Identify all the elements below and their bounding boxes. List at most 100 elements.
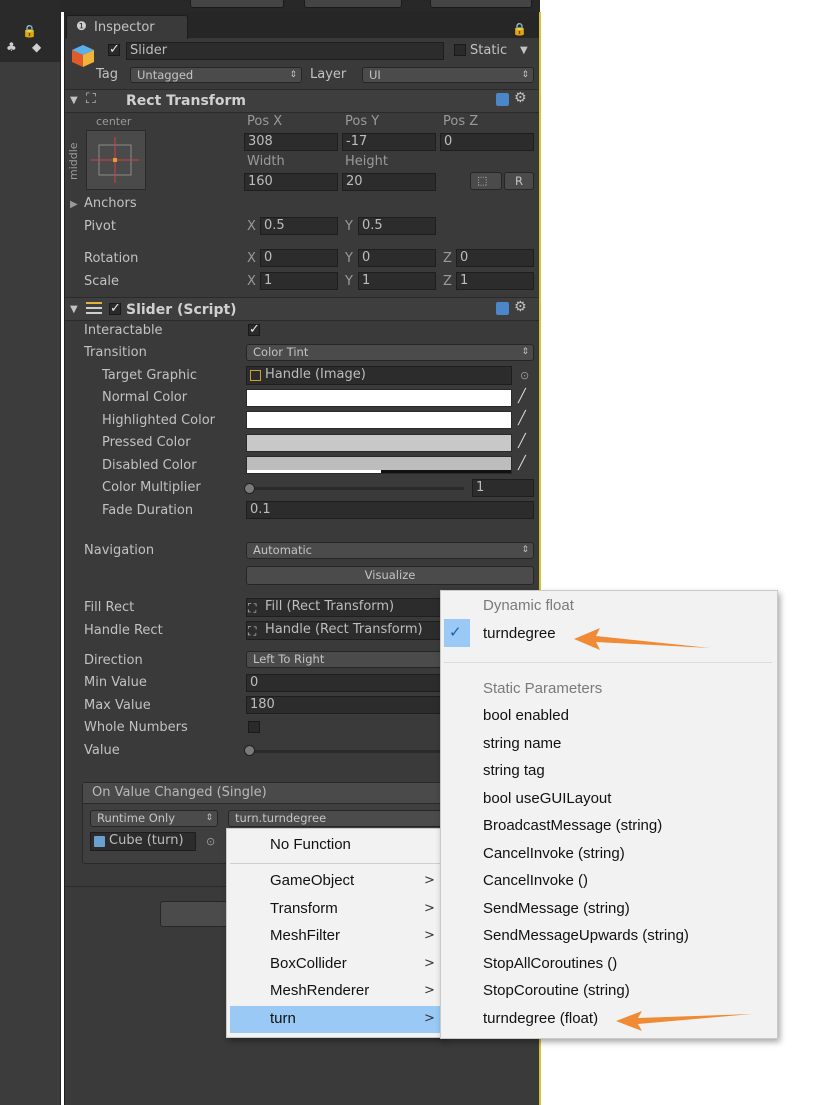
color-multiplier-field[interactable]: 1 [472, 479, 534, 497]
runtime-dropdown[interactable]: Runtime Only ⇕ [90, 810, 218, 827]
menu-item-string-tag[interactable]: string tag [483, 762, 545, 780]
max-value-field[interactable]: 180 [246, 696, 446, 714]
highlighted-color-label: Highlighted Color [102, 413, 216, 428]
eyedropper-icon[interactable]: ╱ [518, 411, 526, 427]
chevron-right-icon: > [424, 928, 435, 943]
function-dropdown[interactable]: turn.turndegree [228, 810, 448, 827]
menu-item-cancelinvoke[interactable]: CancelInvoke () [483, 872, 588, 890]
tag-icon[interactable]: ◆ [32, 40, 41, 54]
handle-rect-field[interactable]: Handle (Rect Transform) [246, 621, 446, 640]
eyedropper-icon[interactable]: ╱ [518, 456, 526, 472]
navigation-dropdown[interactable]: Automatic ⇕ [246, 542, 534, 559]
menu-item-turn-highlight[interactable] [230, 1006, 440, 1033]
object-picker-icon[interactable]: ⊙ [206, 834, 215, 850]
foldout-arrow-icon[interactable]: ▼ [70, 93, 78, 109]
whole-numbers-label: Whole Numbers [84, 720, 188, 735]
toolbar-top [60, 0, 540, 12]
menu-item-stopallcoroutines[interactable]: StopAllCoroutines () [483, 955, 617, 973]
menu-divider [444, 662, 772, 663]
menu-item-gameobject[interactable]: GameObject [270, 872, 354, 890]
rotation-x-field[interactable]: 0 [260, 249, 338, 267]
menu-item-boxcollider[interactable]: BoxCollider [270, 955, 347, 973]
scale-x-field[interactable]: 1 [260, 272, 338, 290]
whole-numbers-checkbox[interactable] [248, 721, 260, 733]
menu-item-string-name[interactable]: string name [483, 735, 561, 753]
pos-x-field[interactable]: 308 [244, 133, 338, 151]
interactable-checkbox[interactable] [248, 322, 260, 337]
value-slider-handle[interactable] [244, 745, 255, 756]
pressed-color-swatch[interactable] [246, 434, 512, 452]
direction-dropdown[interactable]: Left To Right [246, 651, 446, 668]
menu-item-stopcoroutine[interactable]: StopCoroutine (string) [483, 982, 630, 1000]
anchors-foldout-icon[interactable]: ▶ [70, 197, 78, 213]
object-picker-icon[interactable]: ⊙ [520, 368, 529, 384]
foldout-arrow-icon[interactable]: ▼ [70, 302, 78, 318]
scale-y-field[interactable]: 1 [358, 272, 436, 290]
lock-icon[interactable]: 🔒 [22, 24, 37, 38]
scale-z-field[interactable]: 1 [456, 272, 534, 290]
lock-icon[interactable]: 🔒 [512, 22, 527, 36]
gear-icon[interactable]: ⚙ [514, 299, 527, 315]
target-graphic-field[interactable]: Handle (Image) [246, 366, 512, 385]
menu-item-turndegree-float[interactable]: turndegree (float) [483, 1010, 598, 1028]
static-checkbox[interactable] [454, 44, 466, 56]
menu-item-meshfilter[interactable]: MeshFilter [270, 927, 340, 945]
menu-item-sendmessageupwards[interactable]: SendMessageUpwards (string) [483, 927, 689, 945]
fill-rect-field[interactable]: Fill (Rect Transform) [246, 598, 446, 617]
tag-dropdown[interactable]: Untagged ⇕ [130, 67, 302, 83]
static-dropdown-arrow-icon[interactable]: ▼ [520, 43, 528, 59]
navigation-label: Navigation [84, 543, 155, 558]
scale-x-axis: X [247, 274, 256, 289]
rotation-y-field[interactable]: 0 [358, 249, 436, 267]
pivot-x-field[interactable]: 0.5 [260, 217, 338, 235]
eyedropper-icon[interactable]: ╱ [518, 434, 526, 450]
pos-z-field[interactable]: 0 [440, 133, 534, 151]
height-field[interactable]: 20 [342, 173, 436, 191]
menu-item-sendmessage[interactable]: SendMessage (string) [483, 900, 630, 918]
eyedropper-icon[interactable]: ╱ [518, 389, 526, 405]
help-book-icon[interactable] [496, 302, 509, 315]
width-field[interactable]: 160 [244, 173, 338, 191]
interactable-label: Interactable [84, 323, 163, 338]
layers-icon[interactable]: ♣ [6, 40, 17, 54]
pos-y-label: Pos Y [345, 114, 380, 129]
pos-z-label: Pos Z [443, 114, 479, 129]
blueprint-mode-button[interactable]: ⬚ [470, 172, 502, 190]
menu-item-meshrenderer[interactable]: MeshRenderer [270, 982, 369, 1000]
normal-color-swatch[interactable] [246, 389, 512, 407]
gear-icon[interactable]: ⚙ [514, 90, 527, 106]
annotation-arrow-top [574, 628, 710, 650]
fade-duration-field[interactable]: 0.1 [246, 501, 534, 519]
min-value-field[interactable]: 0 [246, 674, 446, 692]
event-target-object-field[interactable]: Cube (turn) [90, 832, 196, 851]
menu-item-no-function[interactable]: No Function [270, 836, 351, 854]
visualize-button[interactable]: Visualize [246, 566, 534, 585]
color-multiplier-handle[interactable] [244, 483, 255, 494]
rotation-z-field[interactable]: 0 [456, 249, 534, 267]
menu-item-cancelinvoke-string[interactable]: CancelInvoke (string) [483, 845, 625, 863]
menu-item-broadcastmessage[interactable]: BroadcastMessage (string) [483, 817, 662, 835]
anchor-preset-button[interactable] [86, 130, 146, 190]
menu-item-turndegree-dynamic[interactable]: turndegree [483, 625, 556, 643]
pos-y-field[interactable]: -17 [342, 133, 436, 151]
transition-dropdown[interactable]: Color Tint ⇕ [246, 344, 534, 361]
raw-edit-button[interactable]: R [504, 172, 534, 190]
menu-item-bool-useguilayout[interactable]: bool useGUILayout [483, 790, 611, 808]
layer-dropdown[interactable]: UI ⇕ [362, 67, 534, 83]
layer-label: Layer [310, 67, 347, 82]
highlighted-color-swatch[interactable] [246, 411, 512, 429]
menu-item-turn[interactable]: turn [270, 1010, 296, 1028]
menu-item-transform[interactable]: Transform [270, 900, 338, 918]
value-slider-track[interactable] [250, 750, 446, 753]
pos-x-label: Pos X [247, 114, 283, 129]
help-book-icon[interactable] [496, 93, 509, 106]
pivot-y-field[interactable]: 0.5 [358, 217, 436, 235]
slider-script-title: Slider (Script) [126, 302, 237, 318]
object-name-field[interactable]: Slider [126, 42, 444, 60]
color-multiplier-track[interactable] [250, 487, 464, 490]
anchors-label[interactable]: Anchors [84, 196, 137, 212]
active-checkbox[interactable] [108, 42, 120, 57]
disabled-color-swatch[interactable] [246, 456, 512, 474]
slider-enabled-checkbox[interactable] [109, 301, 121, 316]
menu-item-bool-enabled[interactable]: bool enabled [483, 707, 569, 725]
